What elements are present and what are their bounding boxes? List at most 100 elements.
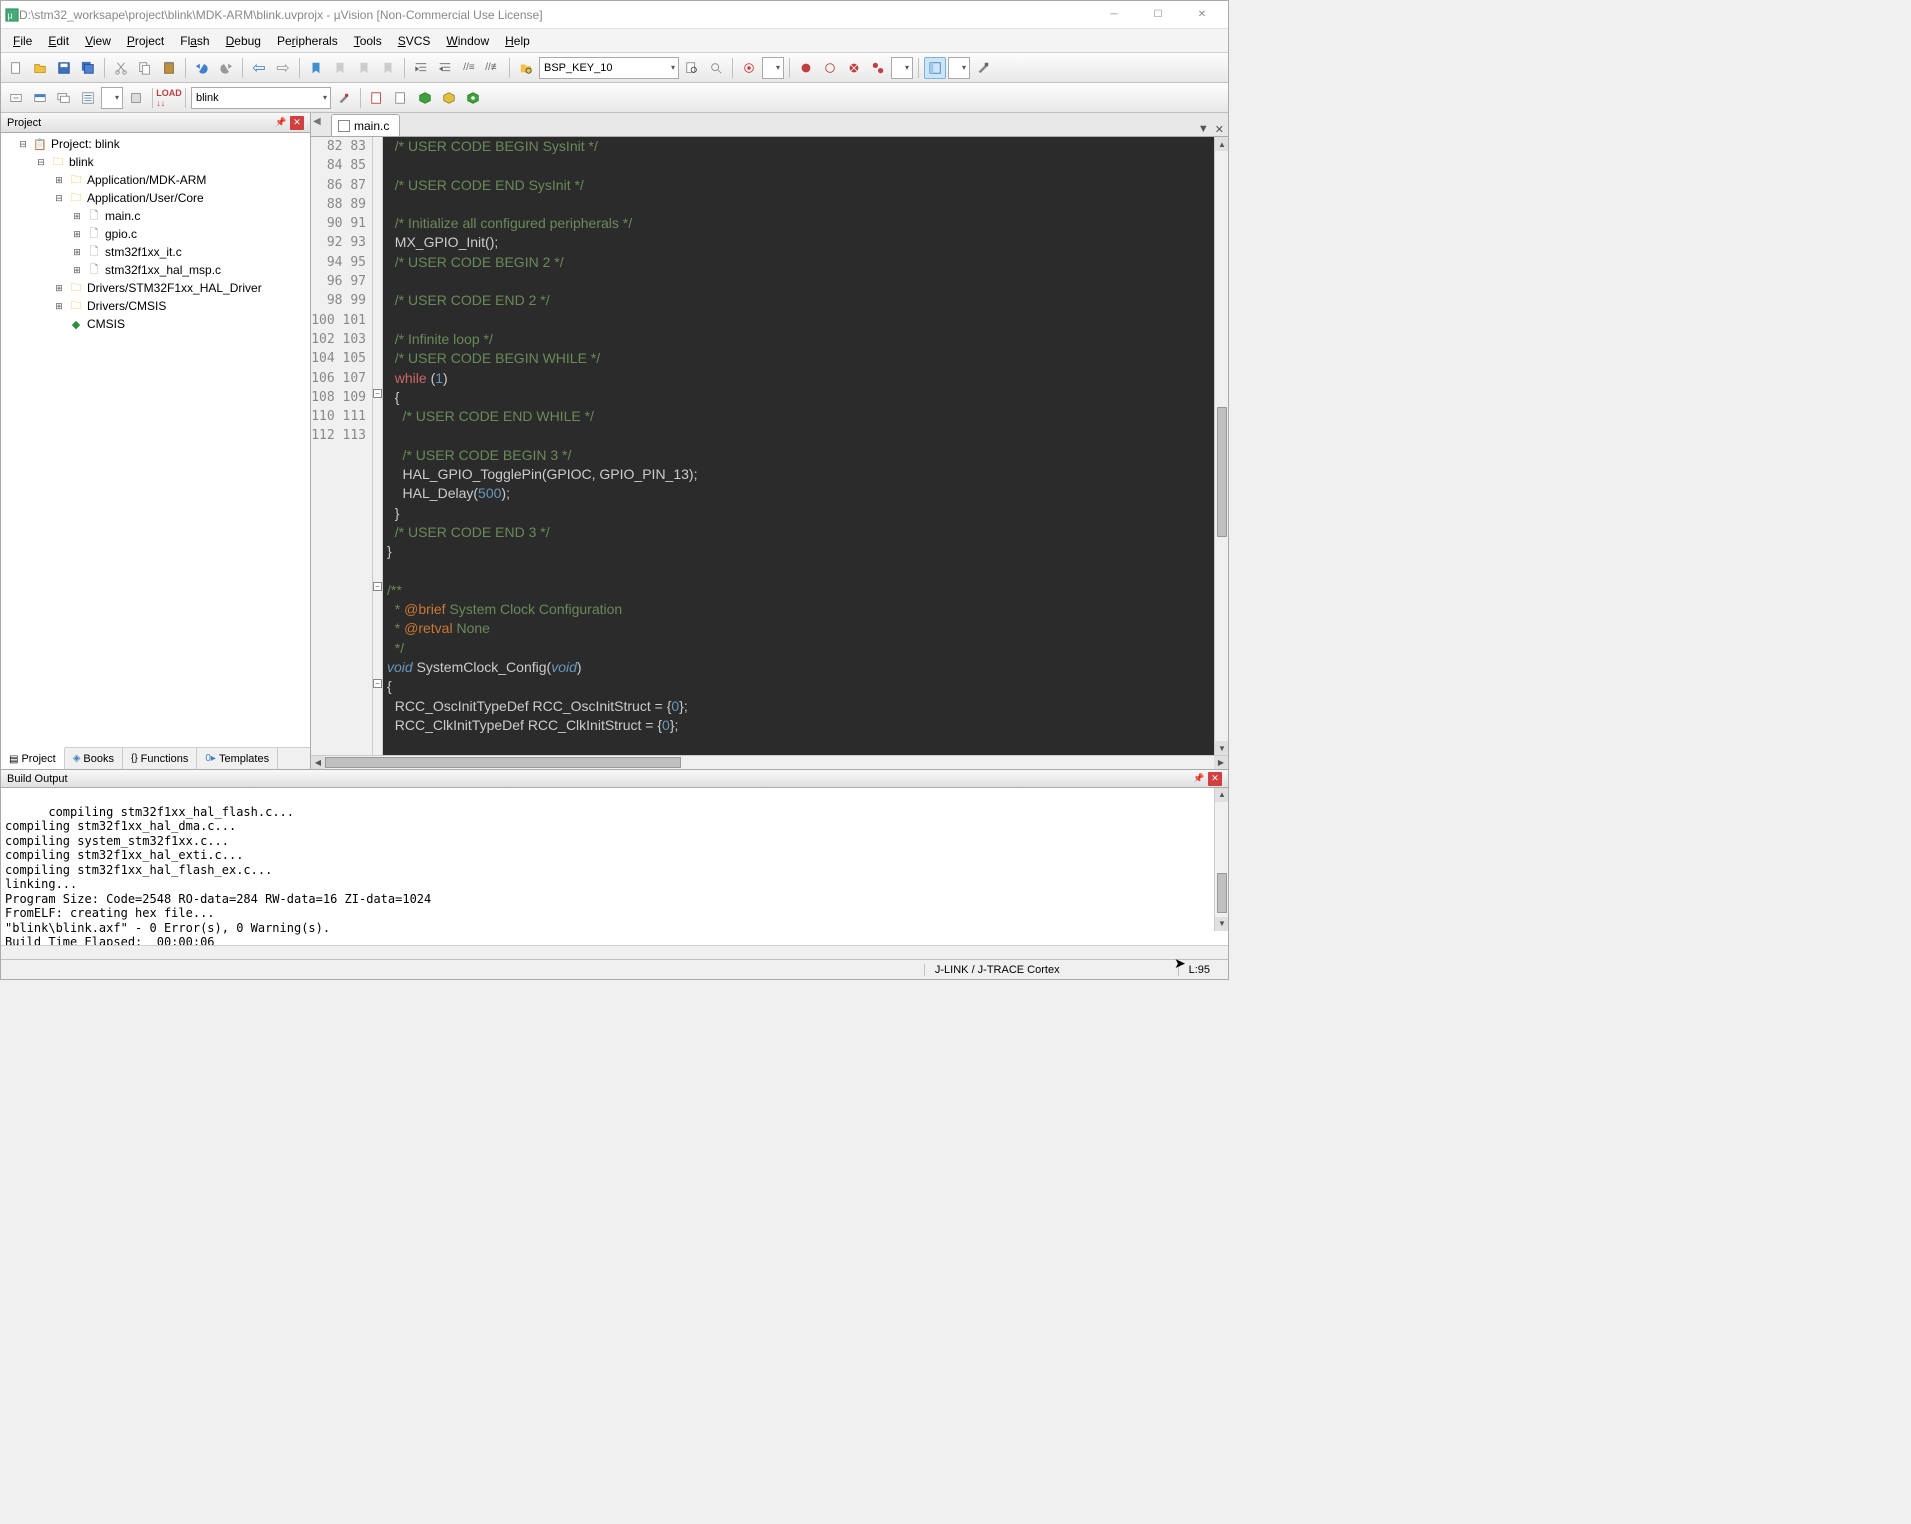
find-in-files-button[interactable]: [681, 57, 703, 79]
vertical-scrollbar[interactable]: ▲ ▼: [1214, 137, 1228, 755]
menu-edit[interactable]: Edit: [40, 32, 77, 50]
nav-forward-button[interactable]: ⇨: [272, 57, 294, 79]
tab-project[interactable]: ▤Project: [1, 747, 65, 769]
menu-file[interactable]: File: [5, 32, 40, 50]
bookmark-next-button[interactable]: [353, 57, 375, 79]
breakpoint-window-button[interactable]: [867, 57, 889, 79]
window-layout-button[interactable]: [924, 57, 946, 79]
tab-books[interactable]: ◈Books: [65, 748, 123, 769]
hscroll-thumb[interactable]: [325, 757, 681, 768]
configure-button[interactable]: [972, 57, 994, 79]
tab-close-icon[interactable]: ✕: [1215, 123, 1224, 136]
scroll-up-icon[interactable]: ▲: [1215, 137, 1228, 151]
scroll-thumb[interactable]: [1217, 873, 1227, 913]
build-output-text[interactable]: compiling stm32f1xx_hal_flash.c... compi…: [1, 788, 1228, 945]
indent-button[interactable]: [410, 57, 432, 79]
bookmark-clear-button[interactable]: [377, 57, 399, 79]
tab-templates[interactable]: 0▸Templates: [197, 748, 278, 769]
editor-tab-main[interactable]: main.c: [331, 114, 400, 136]
tab-functions[interactable]: {}Functions: [123, 748, 197, 769]
breakpoint-combo[interactable]: [891, 57, 913, 79]
translate-button[interactable]: [5, 87, 27, 109]
outdent-button[interactable]: [434, 57, 456, 79]
tree-group-cmsis[interactable]: ⊞🗀Drivers/CMSIS: [3, 297, 308, 315]
menu-peripherals[interactable]: Peripherals: [269, 32, 346, 50]
horizontal-scrollbar[interactable]: ◀ ▶: [311, 755, 1228, 769]
open-file-button[interactable]: [29, 57, 51, 79]
maximize-button[interactable]: ☐: [1136, 1, 1180, 29]
menu-tools[interactable]: Tools: [346, 32, 390, 50]
scroll-down-icon[interactable]: ▼: [1215, 741, 1228, 755]
breakpoint-disable-button[interactable]: [819, 57, 841, 79]
menu-window[interactable]: Window: [438, 32, 497, 50]
panel-close-icon[interactable]: ✕: [1208, 772, 1222, 786]
scroll-up-icon[interactable]: ▲: [1215, 788, 1228, 802]
target-select[interactable]: blink: [191, 87, 331, 109]
build-hscrollbar[interactable]: [1, 945, 1228, 959]
rte-button[interactable]: [462, 87, 484, 109]
menu-svcs[interactable]: SVCS: [390, 32, 439, 50]
menu-project[interactable]: Project: [119, 32, 172, 50]
tab-dropdown-icon[interactable]: ▼: [1198, 123, 1209, 136]
pin-icon[interactable]: 📌: [274, 116, 288, 130]
incremental-find-button[interactable]: [705, 57, 727, 79]
cut-button[interactable]: [110, 57, 132, 79]
menu-flash[interactable]: Flash: [172, 32, 217, 50]
pin-icon[interactable]: 📌: [1192, 772, 1206, 786]
scroll-thumb[interactable]: [1217, 407, 1227, 537]
pack-install-button[interactable]: [414, 87, 436, 109]
save-button[interactable]: [53, 57, 75, 79]
tree-cmsis-component[interactable]: ◆CMSIS: [3, 315, 308, 333]
tree-target[interactable]: ⊟🗀blink: [3, 153, 308, 171]
panel-close-icon[interactable]: ✕: [290, 116, 304, 130]
menu-debug[interactable]: Debug: [218, 32, 269, 50]
close-button[interactable]: ✕: [1180, 1, 1224, 29]
paste-button[interactable]: [158, 57, 180, 79]
fold-box-icon[interactable]: −: [373, 582, 382, 591]
pack-button[interactable]: [438, 87, 460, 109]
debug-combo[interactable]: [762, 57, 784, 79]
fold-box-icon[interactable]: −: [373, 679, 382, 688]
layout-combo[interactable]: [948, 57, 970, 79]
tab-nav-left-icon[interactable]: ◀: [313, 116, 321, 127]
project-tree[interactable]: ⊟📋Project: blink ⊟🗀blink ⊞🗀Application/M…: [1, 133, 310, 747]
scroll-right-icon[interactable]: ▶: [1214, 756, 1228, 769]
tree-file-gpio[interactable]: ⊞🗋gpio.c: [3, 225, 308, 243]
tree-file-it[interactable]: ⊞🗋stm32f1xx_it.c: [3, 243, 308, 261]
undo-button[interactable]: [191, 57, 213, 79]
find-combo[interactable]: BSP_KEY_10: [539, 57, 679, 79]
build-vscrollbar[interactable]: ▲ ▼: [1214, 788, 1228, 931]
copy-button[interactable]: [134, 57, 156, 79]
bookmark-prev-button[interactable]: [329, 57, 351, 79]
find-folder-button[interactable]: [515, 57, 537, 79]
breakpoint-kill-button[interactable]: [843, 57, 865, 79]
scroll-left-icon[interactable]: ◀: [311, 756, 325, 769]
code-content[interactable]: /* USER CODE BEGIN SysInit */ /* USER CO…: [383, 137, 1214, 755]
manage-button[interactable]: [390, 87, 412, 109]
rebuild-button[interactable]: [53, 87, 75, 109]
target-options-button[interactable]: [333, 87, 355, 109]
minimize-button[interactable]: ─: [1092, 1, 1136, 29]
tree-group-mdkarm[interactable]: ⊞🗀Application/MDK-ARM: [3, 171, 308, 189]
bookmark-button[interactable]: [305, 57, 327, 79]
breakpoint-button[interactable]: [795, 57, 817, 79]
menu-view[interactable]: View: [77, 32, 119, 50]
tree-root[interactable]: ⊟📋Project: blink: [3, 135, 308, 153]
scroll-down-icon[interactable]: ▼: [1215, 917, 1228, 931]
code-editor[interactable]: 82 83 84 85 86 87 88 89 90 91 92 93 94 9…: [311, 137, 1228, 755]
stop-build-button[interactable]: [125, 87, 147, 109]
batch-build-button[interactable]: [77, 87, 99, 109]
batch-combo[interactable]: [101, 87, 123, 109]
debug-start-button[interactable]: [738, 57, 760, 79]
tree-file-msp[interactable]: ⊞🗋stm32f1xx_hal_msp.c: [3, 261, 308, 279]
file-ext-button[interactable]: [366, 87, 388, 109]
tree-group-usercore[interactable]: ⊟🗀Application/User/Core: [3, 189, 308, 207]
uncomment-button[interactable]: //≢: [482, 57, 504, 79]
menu-help[interactable]: Help: [497, 32, 538, 50]
build-button[interactable]: [29, 87, 51, 109]
fold-column[interactable]: − − −: [373, 137, 383, 755]
download-button[interactable]: LOAD↓↓: [158, 87, 180, 109]
fold-box-icon[interactable]: −: [373, 389, 382, 398]
redo-button[interactable]: [215, 57, 237, 79]
tree-group-hal[interactable]: ⊞🗀Drivers/STM32F1xx_HAL_Driver: [3, 279, 308, 297]
